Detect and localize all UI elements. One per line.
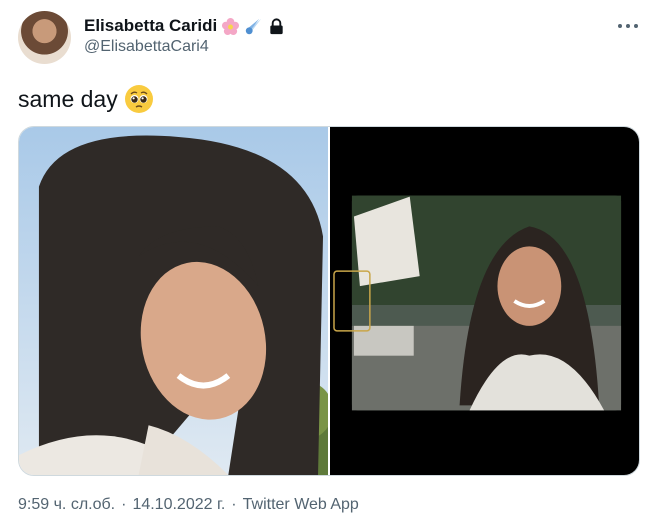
photo-left-image [19,127,328,475]
meta-separator: · [121,496,127,513]
tweet-text: same day [18,85,118,112]
tweet-media-grid [18,126,640,476]
photo-right-image [330,127,639,475]
tweet-source[interactable]: Twitter Web App [243,496,359,514]
author-display-name[interactable]: Elisabetta Caridi [84,16,217,36]
author-name-row[interactable]: Elisabetta Caridi [84,14,286,38]
tweet-date[interactable]: 14.10.2022 г. [132,496,225,514]
photo-right[interactable] [330,127,639,475]
blossom-icon [222,17,240,35]
pleading-face-emoji [124,85,153,113]
meta-separator: · [231,496,237,513]
tweet-meta: 9:59 ч. сл.об. · 14.10.2022 г. · Twitter… [18,496,359,514]
author-avatar[interactable] [18,11,71,64]
more-options-icon[interactable] [618,20,638,32]
author-handle[interactable]: @ElisabettaCari4 [84,38,209,56]
tweet-text-row: same day [18,84,154,114]
comet-icon [246,18,262,34]
photo-left[interactable] [19,127,328,475]
lock-icon [270,17,283,34]
tweet-time[interactable]: 9:59 ч. сл.об. [18,496,115,514]
